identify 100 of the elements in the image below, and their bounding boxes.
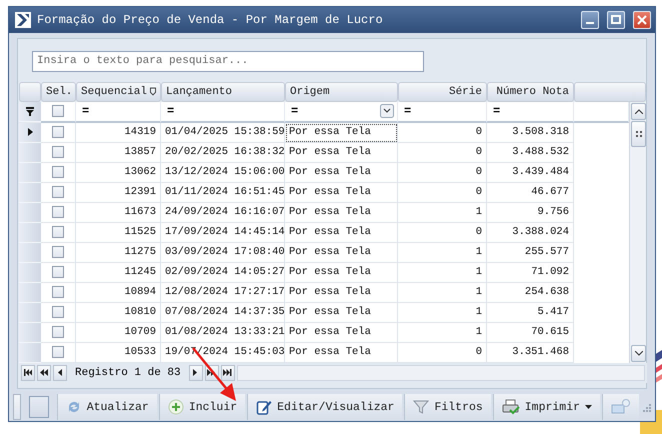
scroll-up-button[interactable]	[631, 102, 646, 120]
horizontal-scrollbar[interactable]	[236, 364, 645, 381]
minimize-button[interactable]	[581, 10, 599, 29]
table-cell: 11525	[76, 222, 161, 243]
filter-cell[interactable]: =	[76, 102, 161, 123]
table-cell: 10894	[76, 282, 161, 303]
table-cell: Por essa Tela	[285, 222, 398, 243]
edit-icon	[256, 399, 272, 416]
row-checkbox[interactable]	[52, 226, 64, 238]
row-checkbox[interactable]	[52, 306, 64, 318]
filter-cell[interactable]: =	[398, 102, 487, 123]
add-button[interactable]: Incluir	[158, 394, 246, 420]
filter-button[interactable]: Filtros	[404, 394, 491, 420]
table-cell: 5.417	[487, 302, 574, 323]
filter-row-icon	[26, 106, 34, 116]
maximize-button[interactable]	[607, 10, 625, 29]
row-checkbox[interactable]	[52, 266, 64, 278]
table-cell: 01/08/2024 13:33:21	[161, 322, 285, 343]
funnel-icon	[413, 399, 430, 416]
prev-record-button[interactable]	[53, 364, 67, 381]
column-header[interactable]: Lançamento	[161, 82, 285, 102]
table-cell: 3.388.024	[487, 222, 574, 243]
double-triangle-left-icon	[24, 369, 32, 376]
table-cell: 24/09/2024 16:16:07	[161, 202, 285, 223]
table-cell: 13062	[76, 162, 161, 183]
table-cell: 02/09/2024 14:05:27	[161, 262, 285, 283]
column-header[interactable]: Sequencial	[76, 82, 161, 102]
table-cell: 3.488.532	[487, 142, 574, 163]
table-cell: 9.756	[487, 202, 574, 223]
table-cell: 07/08/2024 14:37:35	[161, 302, 285, 323]
scroll-down-button[interactable]	[631, 344, 646, 362]
table-cell: 1	[398, 282, 487, 303]
vertical-scrollbar[interactable]	[629, 102, 646, 363]
table-cell: 10709	[76, 322, 161, 343]
table-cell: Por essa Tela	[285, 302, 398, 323]
plus-icon	[168, 399, 184, 416]
table-cell: Por essa Tela	[285, 162, 398, 183]
table-cell: 255.577	[487, 242, 574, 263]
column-header[interactable]: Número Nota	[487, 82, 574, 102]
table-cell: 0	[398, 342, 487, 363]
table-cell: 14319	[76, 122, 161, 143]
app-logo-icon	[15, 12, 31, 28]
dropdown-icon[interactable]	[380, 104, 394, 118]
current-row-icon	[28, 128, 32, 136]
column-header[interactable]: Sel.	[41, 82, 76, 102]
table-cell: 3.508.318	[487, 122, 574, 143]
chevron-up-icon	[634, 108, 642, 114]
prev-page-record-button[interactable]	[37, 364, 51, 381]
row-checkbox[interactable]	[52, 146, 64, 158]
size-grip-icon	[641, 402, 651, 412]
table-cell: 12391	[76, 182, 161, 203]
row-checkbox[interactable]	[52, 346, 64, 358]
refresh-button[interactable]: Atualizar	[56, 394, 157, 420]
row-checkbox[interactable]	[52, 326, 64, 338]
table-cell: Por essa Tela	[285, 342, 398, 363]
toolbar-toggle[interactable]	[13, 394, 21, 420]
scroll-thumb[interactable]	[631, 120, 646, 147]
filter-cell[interactable]: =	[285, 102, 398, 123]
table-cell: Por essa Tela	[285, 122, 398, 143]
network-icon	[611, 399, 631, 416]
close-button[interactable]	[633, 10, 651, 29]
row-checkbox[interactable]	[52, 206, 64, 218]
table-cell: Por essa Tela	[285, 242, 398, 263]
table-cell: 1	[398, 202, 487, 223]
print-button[interactable]: Imprimir	[492, 394, 600, 420]
row-checkbox[interactable]	[52, 246, 64, 258]
table-cell: Por essa Tela	[285, 282, 398, 303]
row-checkbox[interactable]	[52, 286, 64, 298]
table-cell: 10810	[76, 302, 161, 323]
column-header[interactable]: Série	[398, 82, 487, 102]
edit-button[interactable]: Editar/Visualizar	[247, 394, 402, 420]
first-record-button[interactable]	[21, 364, 35, 381]
search-field[interactable]: Insira o texto para pesquisar...	[32, 50, 424, 72]
row-checkbox[interactable]	[52, 166, 64, 178]
last-record-button[interactable]	[220, 364, 235, 381]
table-cell: 1	[398, 302, 487, 323]
table-cell: 71.092	[487, 262, 574, 283]
column-header[interactable]: Origem	[285, 82, 398, 102]
minimize-icon	[586, 22, 594, 24]
grip-icon	[636, 130, 642, 137]
table-cell: 13/12/2024 15:06:00	[161, 162, 285, 183]
table-cell: 0	[398, 122, 487, 143]
table-cell: 0	[398, 222, 487, 243]
filter-cell[interactable]: =	[487, 102, 574, 123]
table-cell: 01/04/2025 15:38:59	[161, 122, 285, 143]
table-cell: 11275	[76, 242, 161, 263]
filter-cell[interactable]: =	[161, 102, 285, 123]
table-cell: 01/11/2024 16:51:45	[161, 182, 285, 203]
table-cell: 70.615	[487, 322, 574, 343]
next-record-button[interactable]	[188, 364, 203, 381]
filter-checkbox[interactable]	[52, 105, 64, 118]
row-checkbox[interactable]	[52, 126, 64, 138]
table-cell: 0	[398, 142, 487, 163]
window-title: Formação do Preço de Venda - Por Margem de Lucro	[37, 12, 384, 27]
toolbar-field[interactable]	[28, 396, 49, 418]
row-indicator[interactable]	[19, 122, 41, 143]
table-cell: Por essa Tela	[285, 262, 398, 283]
filter-cell[interactable]	[41, 102, 76, 123]
row-checkbox[interactable]	[52, 186, 64, 198]
network-button[interactable]	[602, 394, 639, 420]
